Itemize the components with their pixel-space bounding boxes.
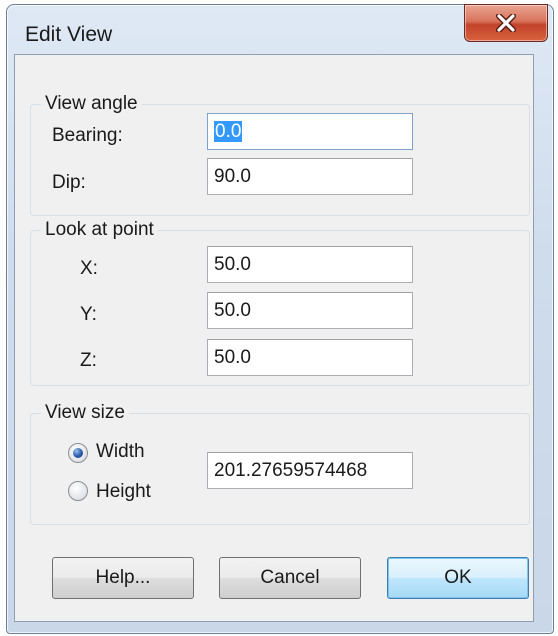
x-input[interactable]: 50.0 [207,246,413,283]
close-button[interactable] [464,4,548,42]
z-input[interactable]: 50.0 [207,339,413,376]
height-radio[interactable] [68,481,88,501]
width-radio[interactable] [68,443,88,463]
z-label: Z: [80,350,97,371]
y-label: Y: [80,304,97,325]
radio-selected-dot [73,448,83,458]
width-radio-label[interactable]: Width [96,441,145,463]
bearing-value: 0.0 [214,121,243,142]
view-angle-legend: View angle [41,93,142,115]
dialog-title: Edit View [25,23,113,46]
bearing-input[interactable]: 0.0 [207,113,413,150]
size-input[interactable]: 201.27659574468 [207,452,413,489]
cancel-button[interactable]: Cancel [219,557,361,599]
ok-button[interactable]: OK [387,557,529,599]
y-input[interactable]: 50.0 [207,292,413,329]
close-icon [496,14,516,32]
x-label: X: [80,258,98,279]
dip-label: Dip: [52,172,86,193]
title-bar[interactable]: Edit View [7,4,553,61]
look-at-point-legend: Look at point [41,219,158,241]
help-button[interactable]: Help... [52,557,194,599]
dip-input[interactable]: 90.0 [207,158,413,195]
height-radio-label[interactable]: Height [96,481,151,503]
view-size-legend: View size [41,402,129,424]
bearing-label: Bearing: [52,125,123,146]
